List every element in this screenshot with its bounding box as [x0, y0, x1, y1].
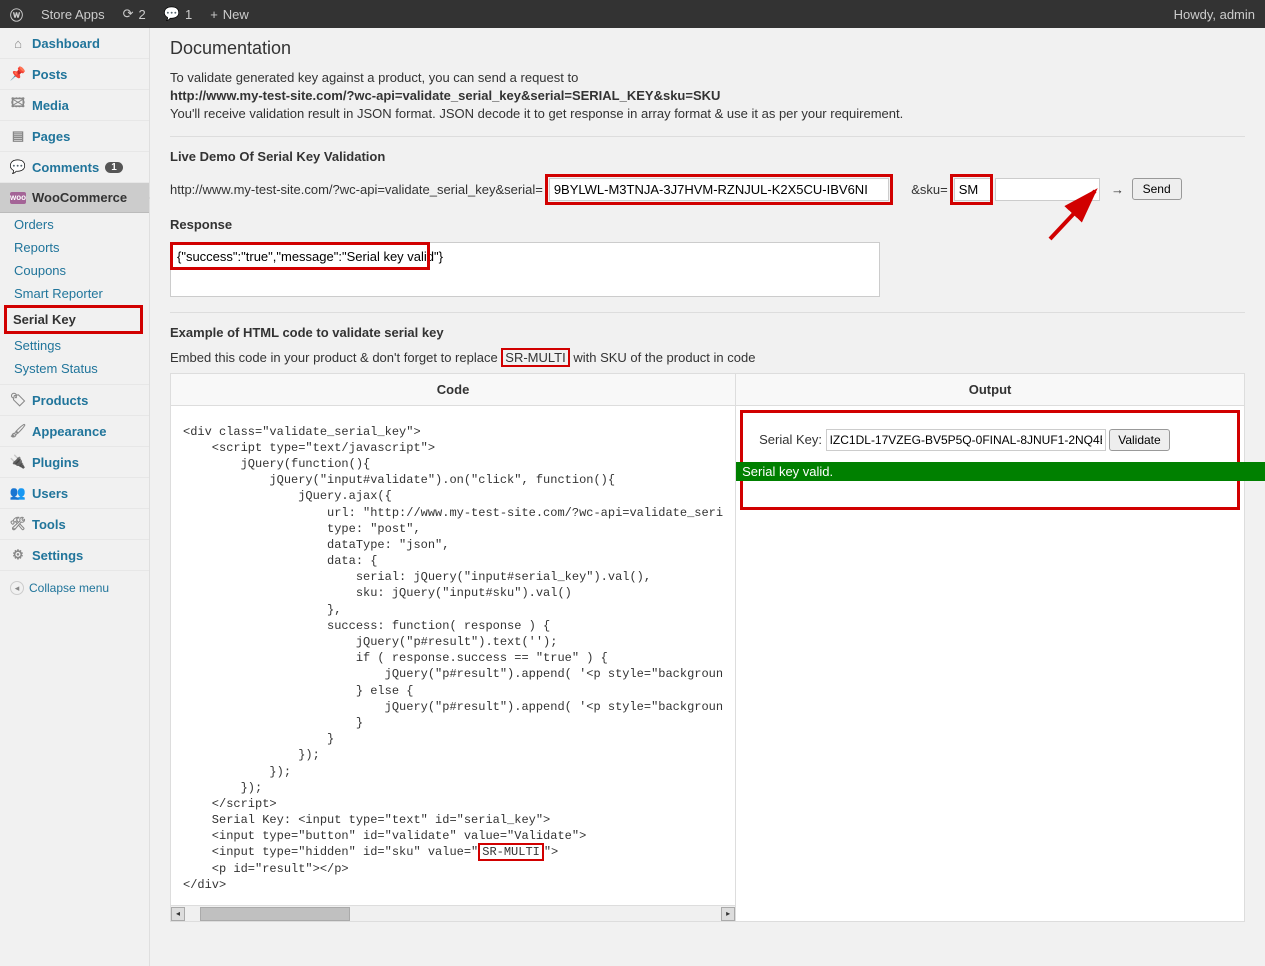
output-serial-label: Serial Key: — [759, 432, 822, 447]
brush-icon: 🖌 — [10, 423, 26, 439]
comments-link[interactable]: 💬 1 — [164, 6, 192, 22]
users-icon: 👥 — [10, 485, 26, 501]
menu-appearance[interactable]: 🖌Appearance — [0, 416, 149, 447]
menu-woocommerce[interactable]: wooWooCommerce — [0, 183, 149, 213]
comment-icon: 💬 — [164, 6, 180, 22]
code-header: Code — [171, 373, 736, 405]
menu-pages[interactable]: ▤Pages — [0, 121, 149, 152]
code-scroll[interactable]: <div class="validate_serial_key"> <scrip… — [171, 406, 735, 905]
menu-dashboard[interactable]: ⌂Dashboard — [0, 28, 149, 59]
main-content: Documentation To validate generated key … — [150, 28, 1265, 966]
menu-posts[interactable]: 📌Posts — [0, 59, 149, 90]
site-link[interactable]: Store Apps — [41, 7, 105, 22]
code-block: <div class="validate_serial_key"> <scrip… — [171, 406, 735, 905]
valid-message: Serial key valid. — [736, 462, 1265, 481]
output-highlight: Serial Key: Validate — [740, 410, 1240, 510]
media-icon: 🖾 — [10, 97, 26, 113]
submenu-settings[interactable]: Settings — [0, 334, 149, 357]
admin-bar: ⓦ Store Apps ⟳ 2 💬 1 + New Howdy, admin — [0, 0, 1265, 28]
woo-icon: woo — [10, 192, 26, 204]
submenu-coupons[interactable]: Coupons — [0, 259, 149, 282]
submenu-smart-reporter[interactable]: Smart Reporter — [0, 282, 149, 305]
plus-icon: + — [210, 7, 218, 22]
validate-button[interactable]: Validate — [1109, 429, 1169, 451]
comments-badge: 1 — [105, 162, 123, 173]
wp-logo[interactable]: ⓦ — [10, 5, 23, 24]
example-title: Example of HTML code to validate serial … — [170, 325, 1245, 340]
sliders-icon: ⚙ — [10, 547, 26, 563]
demo-line: http://www.my-test-site.com/?wc-api=vali… — [170, 174, 1245, 205]
serial-input[interactable] — [549, 178, 889, 201]
sku-input-tail[interactable] — [995, 178, 1100, 201]
code-output-table: Code Output <div class="validate_serial_… — [170, 373, 1245, 922]
response-box[interactable]: {"success":"true","message":"Serial key … — [170, 242, 880, 297]
comment-icon: 💬 — [10, 159, 26, 175]
updates-link[interactable]: ⟳ 2 — [123, 6, 146, 22]
arrow-icon: → — [1111, 182, 1124, 197]
submenu-serial-key[interactable]: Serial Key — [7, 308, 140, 331]
sku-input[interactable] — [954, 178, 990, 201]
demo-title: Live Demo Of Serial Key Validation — [170, 149, 1245, 164]
output-serial-input[interactable] — [826, 429, 1106, 451]
admin-sidebar: ⌂Dashboard 📌Posts 🖾Media ▤Pages 💬Comment… — [0, 28, 150, 966]
menu-comments[interactable]: 💬Comments 1 — [0, 152, 149, 183]
chevron-left-icon: ◂ — [10, 581, 24, 595]
menu-media[interactable]: 🖾Media — [0, 90, 149, 121]
doc-intro: To validate generated key against a prod… — [170, 69, 1245, 124]
response-title: Response — [170, 217, 1245, 232]
menu-settings[interactable]: ⚙Settings — [0, 540, 149, 571]
send-button[interactable]: Send — [1132, 178, 1182, 200]
code-sku-highlight: SR-MULTI — [478, 843, 544, 861]
plug-icon: 🔌 — [10, 454, 26, 470]
new-link[interactable]: + New — [210, 7, 249, 22]
submenu-reports[interactable]: Reports — [0, 236, 149, 259]
page-title: Documentation — [170, 38, 1245, 59]
h-scrollbar[interactable]: ◂▸ — [171, 905, 735, 921]
sku-label: &sku= — [911, 182, 948, 197]
menu-plugins[interactable]: 🔌Plugins — [0, 447, 149, 478]
howdy-link[interactable]: Howdy, admin — [1174, 7, 1255, 22]
page-icon: ▤ — [10, 128, 26, 144]
submenu-orders[interactable]: Orders — [0, 213, 149, 236]
output-header: Output — [736, 373, 1245, 405]
home-icon: ⌂ — [10, 35, 26, 51]
menu-products[interactable]: 🏷Products — [0, 385, 149, 416]
pin-icon: 📌 — [10, 66, 26, 82]
menu-tools[interactable]: 🛠Tools — [0, 509, 149, 540]
collapse-menu[interactable]: ◂Collapse menu — [0, 571, 149, 605]
refresh-icon: ⟳ — [123, 6, 134, 22]
tag-icon: 🏷 — [10, 392, 26, 408]
tools-icon: 🛠 — [10, 516, 26, 532]
menu-users[interactable]: 👥Users — [0, 478, 149, 509]
embed-sku-highlight: SR-MULTI — [501, 348, 569, 367]
embed-line: Embed this code in your product & don't … — [170, 350, 1245, 365]
demo-url-prefix: http://www.my-test-site.com/?wc-api=vali… — [170, 182, 543, 197]
submenu-system-status[interactable]: System Status — [0, 357, 149, 385]
